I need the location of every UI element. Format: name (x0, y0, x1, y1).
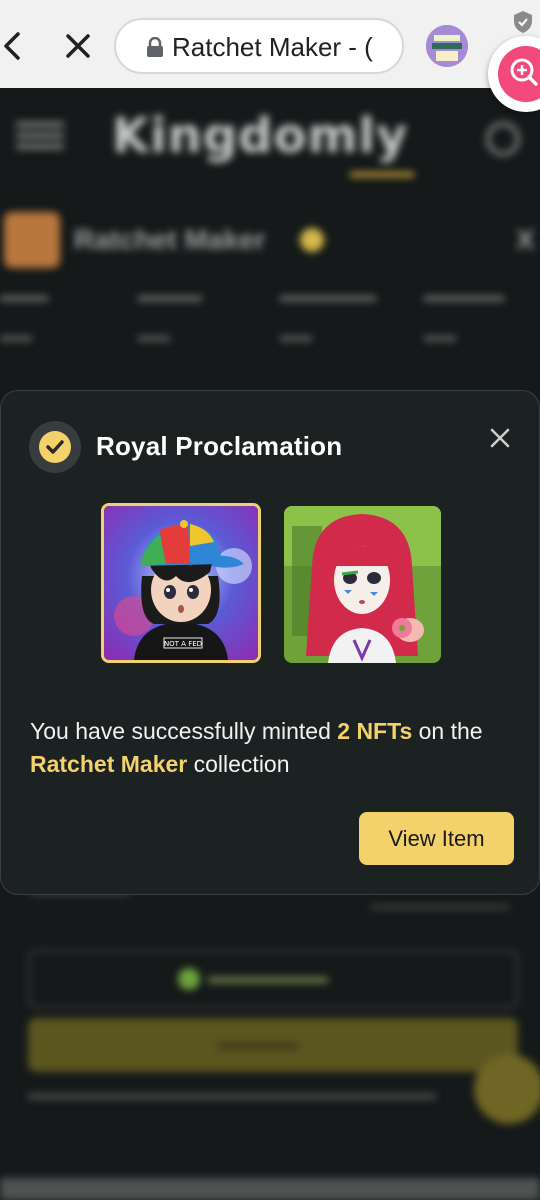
stats-row: ▬▬▬ ▬▬ ▬▬▬▬ ▬▬ ▬▬▬▬▬▬ ▬▬ ▬▬▬▬▬ ▬▬ (0, 288, 540, 358)
collection-thumbnail (4, 212, 60, 268)
primary-button: ▬▬▬▬ (28, 1018, 518, 1072)
lock-icon (147, 37, 163, 57)
message-middle: on the (412, 718, 483, 744)
chat-fab (474, 1054, 540, 1124)
search-icon (486, 122, 520, 156)
stat-item: ▬▬▬▬▬▬ ▬▬ (280, 288, 376, 345)
stat-item: ▬▬▬ ▬▬ (0, 288, 48, 345)
url-bar[interactable]: Ratchet Maker - ( (114, 18, 404, 74)
chevron-left-icon[interactable] (0, 24, 28, 68)
zoom-in-icon (510, 58, 538, 86)
browser-toolbar: Ratchet Maker - ( (0, 0, 540, 88)
verified-icon (300, 228, 324, 252)
view-item-button[interactable]: View Item (359, 812, 514, 865)
secondary-button: ▬▬▬▬▬▬ (28, 950, 518, 1008)
avatar-icon (426, 25, 468, 67)
nft-image[interactable]: NOT A FED (101, 503, 261, 663)
zoom-button-face (498, 46, 540, 102)
check-circle-icon (39, 431, 71, 463)
mint-success-message: You have successfully minted 2 NFTs on t… (30, 715, 510, 781)
tab-avatar[interactable] (426, 25, 468, 67)
bottom-strip (0, 1178, 540, 1200)
close-icon[interactable] (487, 425, 513, 451)
message-suffix: collection (187, 751, 290, 777)
stat-item: ▬▬▬▬▬ ▬▬ (424, 288, 504, 345)
primary-button-label: ▬▬▬▬ (218, 1032, 298, 1054)
collection-link: Ratchet Maker (30, 751, 188, 777)
nft-artwork (284, 506, 441, 663)
secondary-button-label: ▬▬▬▬▬▬ (208, 966, 328, 988)
url-text: Ratchet Maker - ( (172, 32, 373, 62)
wallet-icon (178, 968, 200, 990)
site-logo: Kingdomly (112, 108, 409, 164)
stat-item: ▬▬▬▬ ▬▬ (138, 288, 202, 345)
x-social-icon: X (516, 224, 535, 255)
footnote-text: ▬▬▬▬▬▬▬▬▬▬▬▬▬▬▬▬▬▬▬▬▬▬▬▬ (28, 1084, 436, 1103)
modal-title: Royal Proclamation (96, 431, 343, 461)
hamburger-menu-icon (16, 122, 64, 150)
logo-subtext: ▬▬▬▬ (350, 164, 414, 181)
shield-icon (514, 11, 532, 33)
mint-success-modal: Royal Proclamation NOT A FED You have su… (0, 390, 540, 895)
nft-image[interactable] (284, 506, 441, 663)
collection-name: Ratchet Maker (74, 224, 266, 255)
success-badge (29, 421, 81, 473)
close-icon[interactable] (60, 24, 100, 68)
svg-text:NOT A FED: NOT A FED (164, 640, 202, 648)
minted-count: 2 NFTs (337, 718, 413, 744)
message-prefix: You have successfully minted (30, 718, 338, 744)
nft-artwork: NOT A FED (104, 506, 258, 660)
